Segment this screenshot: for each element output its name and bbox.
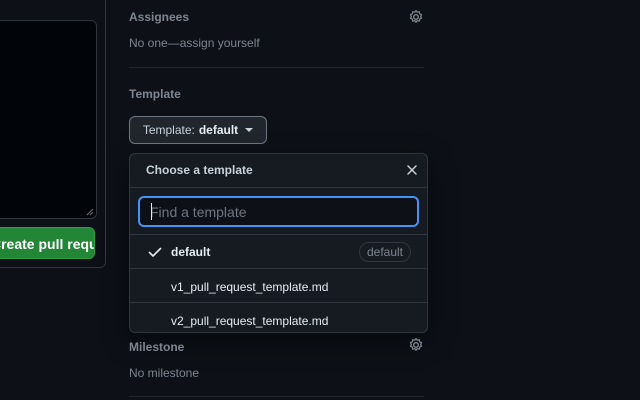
divider (129, 67, 424, 68)
template-item-label: v2_pull_request_template.md (171, 314, 329, 328)
popover-header: Choose a template (130, 154, 427, 187)
template-item-label: default (171, 245, 211, 259)
find-template-input[interactable] (138, 196, 419, 227)
popover-title: Choose a template (146, 163, 253, 177)
template-title: Template (129, 87, 181, 101)
milestone-text: No milestone (129, 366, 200, 380)
divider (129, 396, 424, 397)
caret-down-icon (245, 128, 254, 132)
assignees-title: Assignees (129, 10, 190, 24)
resize-grip-icon[interactable] (86, 208, 94, 216)
template-button-value: default (198, 123, 239, 137)
text-cursor (151, 203, 152, 220)
create-pull-request-button[interactable]: Create pull request (0, 227, 95, 259)
template-button-prefix: Template: (142, 123, 195, 137)
milestone-title: Milestone (129, 340, 185, 354)
template-item-v1[interactable]: v1_pull_request_template.md (130, 268, 427, 301)
template-item-label: v1_pull_request_template.md (171, 280, 329, 294)
default-badge: default (358, 242, 411, 262)
gear-icon[interactable] (408, 337, 424, 353)
template-popover: Choose a template default default v1_pul… (129, 153, 428, 333)
filter-area (130, 187, 427, 235)
comment-textarea[interactable] (0, 20, 97, 219)
template-item-default[interactable]: default default (130, 235, 427, 268)
assign-yourself-link[interactable]: No one—assign yourself (129, 36, 260, 50)
gear-icon[interactable] (408, 9, 424, 25)
template-item-v2[interactable]: v2_pull_request_template.md (130, 302, 427, 332)
close-icon[interactable] (404, 162, 420, 178)
template-select-button[interactable]: Template: default (129, 116, 267, 144)
check-icon (148, 247, 162, 257)
